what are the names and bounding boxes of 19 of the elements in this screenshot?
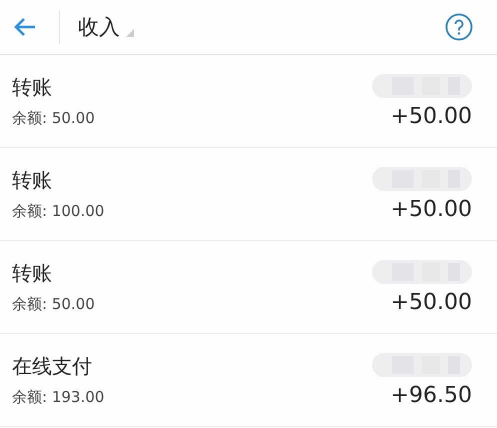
transaction-row[interactable]: 转账 余额: 50.00 +50.00 (0, 55, 497, 148)
amount-text: +50.00 (390, 104, 472, 128)
balance-text: 余额: 193.00 (12, 388, 104, 407)
help-icon[interactable] (445, 13, 473, 41)
balance-text: 余额: 100.00 (12, 202, 104, 221)
balance-text: 余额: 50.00 (12, 109, 95, 128)
transaction-row[interactable]: 在线支付 余额: 193.00 +96.50 (0, 334, 497, 427)
amount-text: +96.50 (390, 382, 472, 408)
transaction-title: 转账 (12, 167, 53, 194)
transaction-title: 转账 (12, 260, 53, 287)
transaction-row[interactable]: 转账 余额: 50.00 +50.00 (0, 241, 497, 334)
transaction-title: 在线支付 (12, 353, 93, 380)
amount-text: +50.00 (390, 290, 472, 314)
transaction-row[interactable]: 转账 余额: 100.00 +50.00 (0, 148, 497, 241)
back-arrow-icon[interactable] (13, 17, 37, 37)
balance-text: 余额: 50.00 (12, 295, 95, 314)
page-title[interactable]: 收入 (78, 13, 120, 41)
amount-text: +50.00 (390, 196, 472, 222)
transaction-title: 转账 (12, 74, 53, 101)
